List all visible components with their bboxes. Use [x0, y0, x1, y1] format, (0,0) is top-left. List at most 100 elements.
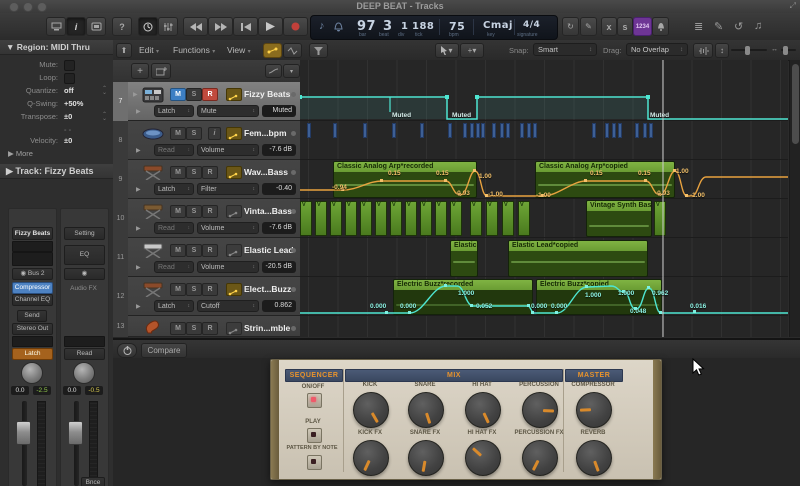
left-click-tool-menu[interactable]: ▾: [435, 43, 459, 58]
quantize-stepper[interactable]: ⌃ ⌄: [102, 86, 107, 96]
waveform-zoom-button[interactable]: [693, 43, 713, 58]
region-slice[interactable]: V: [435, 201, 447, 236]
hihat-fx-knob[interactable]: [465, 440, 501, 476]
inspector-button[interactable]: i: [66, 17, 86, 36]
media-button[interactable]: [86, 17, 106, 36]
compressor-knob[interactable]: [576, 392, 612, 428]
region-slice[interactable]: V: [300, 201, 312, 236]
strip-setting-button[interactable]: Fizzy Beats: [12, 227, 53, 240]
bounce-button[interactable]: Bnce: [81, 477, 105, 486]
track-on-indicator[interactable]: [291, 209, 296, 214]
eq-thumbnail[interactable]: [12, 252, 53, 266]
automation-toggle-button[interactable]: [263, 43, 282, 58]
track-solo-button[interactable]: S: [186, 244, 202, 257]
region-vintage-synth-bass[interactable]: Vintage Synth Bas: [586, 200, 652, 237]
automation-mode-dropdown[interactable]: Read ↕: [154, 222, 194, 234]
region-slice[interactable]: V: [518, 201, 530, 236]
track-name[interactable]: Elastic Lead: [244, 245, 294, 255]
quick-help-button[interactable]: ?: [112, 17, 132, 36]
region-classic-analog-arp-copied[interactable]: Classic Analog Arp*copied: [535, 161, 675, 198]
region-slice[interactable]: V: [390, 201, 402, 236]
track-mute-button[interactable]: M: [170, 244, 186, 257]
track-number[interactable]: 8: [113, 121, 129, 161]
apple-loops-icon[interactable]: ↺: [734, 20, 743, 33]
insert-compressor[interactable]: Compressor: [12, 282, 53, 294]
scrollbar-thumb[interactable]: [792, 64, 799, 144]
cycle-button[interactable]: ↻: [562, 17, 579, 36]
pan-knob[interactable]: [21, 362, 43, 384]
track-solo-button[interactable]: S: [186, 88, 202, 101]
list-editors-icon[interactable]: ≣: [694, 20, 703, 33]
hihat-knob[interactable]: [465, 392, 501, 428]
view-menu[interactable]: View ▾: [227, 45, 251, 55]
track-header-wav-bass[interactable]: M S R Wav...Bass ▶ Latch ↕ Filter ↕ -0.40: [128, 160, 300, 199]
track-mute-button[interactable]: M: [170, 283, 186, 296]
disclosure-triangle[interactable]: ▶: [133, 91, 138, 98]
track-number[interactable]: 11: [113, 238, 129, 278]
region-slice[interactable]: V: [486, 201, 498, 236]
add-track-button[interactable]: +: [131, 63, 149, 79]
automation-disclosure[interactable]: ▶: [136, 147, 141, 154]
track-header-elastic-lead[interactable]: M S R Elastic Lead ▶ Read ↕ Volume ↕ -20.5…: [128, 238, 300, 277]
track-solo-button[interactable]: S: [186, 166, 202, 179]
record-button[interactable]: [283, 17, 308, 36]
automation-param-dropdown[interactable]: Cutoff ↕: [197, 300, 259, 312]
track-record-button[interactable]: R: [202, 205, 218, 218]
automation-mode-dropdown[interactable]: Latch ↕: [154, 105, 194, 117]
track-on-indicator[interactable]: [291, 326, 296, 331]
kick-knob[interactable]: [353, 392, 389, 428]
output-slot[interactable]: Stereo Out: [12, 323, 53, 335]
track-name[interactable]: Strin...mble: [244, 323, 290, 333]
send-slot[interactable]: Send: [17, 310, 47, 322]
strip-bus-slot[interactable]: ◉ Bus 2: [12, 268, 53, 280]
arrange-scrollbar[interactable]: [789, 60, 800, 337]
track-record-button[interactable]: R: [202, 166, 218, 179]
horizontal-zoom-handle[interactable]: [783, 46, 788, 55]
automation-enabled-icon[interactable]: [226, 283, 242, 296]
vertical-zoom-handle[interactable]: [745, 46, 750, 55]
region-slice[interactable]: V: [375, 201, 387, 236]
eq-thumbnail[interactable]: [12, 241, 53, 252]
region-slice[interactable]: V: [470, 201, 482, 236]
automation-param-dropdown[interactable]: Volume ↕: [197, 222, 259, 234]
track-number[interactable]: 7: [113, 82, 129, 122]
automation-disabled-icon[interactable]: [226, 205, 242, 218]
lcd-signature[interactable]: 4/4: [523, 20, 540, 30]
fullscreen-icon[interactable]: ⤢: [790, 1, 796, 11]
arrange-area[interactable]: Classic Analog Arp*recorded Classic Anal…: [300, 60, 788, 337]
pan-value[interactable]: 0.0: [11, 386, 29, 395]
track-header-strings[interactable]: M S R Strin...mble: [128, 316, 300, 337]
solo-mode-button[interactable]: s: [617, 17, 633, 36]
quantize-value[interactable]: off: [64, 86, 74, 95]
cmd-click-tool-menu[interactable]: +▾: [460, 43, 484, 58]
track-number[interactable]: 10: [113, 199, 129, 239]
track-mute-button[interactable]: M: [170, 166, 186, 179]
note-pads-icon[interactable]: ✎: [714, 20, 723, 33]
library-button[interactable]: [46, 17, 66, 36]
flex-button[interactable]: [283, 43, 302, 58]
automation-mode-dropdown[interactable]: Read ↕: [154, 261, 194, 273]
track-name[interactable]: Fem...bpm: [244, 128, 287, 138]
lcd-key[interactable]: Cmaj: [483, 20, 513, 31]
audio-fx-label[interactable]: Audio FX: [64, 285, 103, 292]
eq-slot[interactable]: EQ: [64, 245, 105, 265]
automation-value[interactable]: Muted: [262, 105, 296, 117]
region-slice[interactable]: V: [315, 201, 327, 236]
media-browser-icon[interactable]: ♫: [754, 20, 762, 32]
rewind-button[interactable]: [183, 17, 208, 36]
track-on-indicator[interactable]: [291, 92, 296, 97]
automation-mode-latch[interactable]: Latch: [12, 348, 53, 360]
automation-value[interactable]: 0.862: [262, 300, 296, 312]
track-inspector-header[interactable]: ▶ Track: Fizzy Beats: [0, 164, 113, 179]
automation-disclosure[interactable]: ▶: [136, 303, 141, 310]
track-on-indicator[interactable]: [291, 248, 296, 253]
count-in-1234-button[interactable]: 1234: [633, 17, 652, 36]
transpose-value[interactable]: ±0: [64, 112, 72, 121]
track-on-indicator[interactable]: [291, 131, 296, 136]
track-on-indicator[interactable]: [291, 287, 296, 292]
track-mute-button[interactable]: M: [170, 205, 186, 218]
automation-disabled-icon[interactable]: [226, 322, 242, 335]
track-name[interactable]: Wav...Bass: [244, 167, 288, 177]
lcd-div[interactable]: 1: [401, 21, 408, 32]
mute-checkbox[interactable]: [64, 60, 75, 71]
